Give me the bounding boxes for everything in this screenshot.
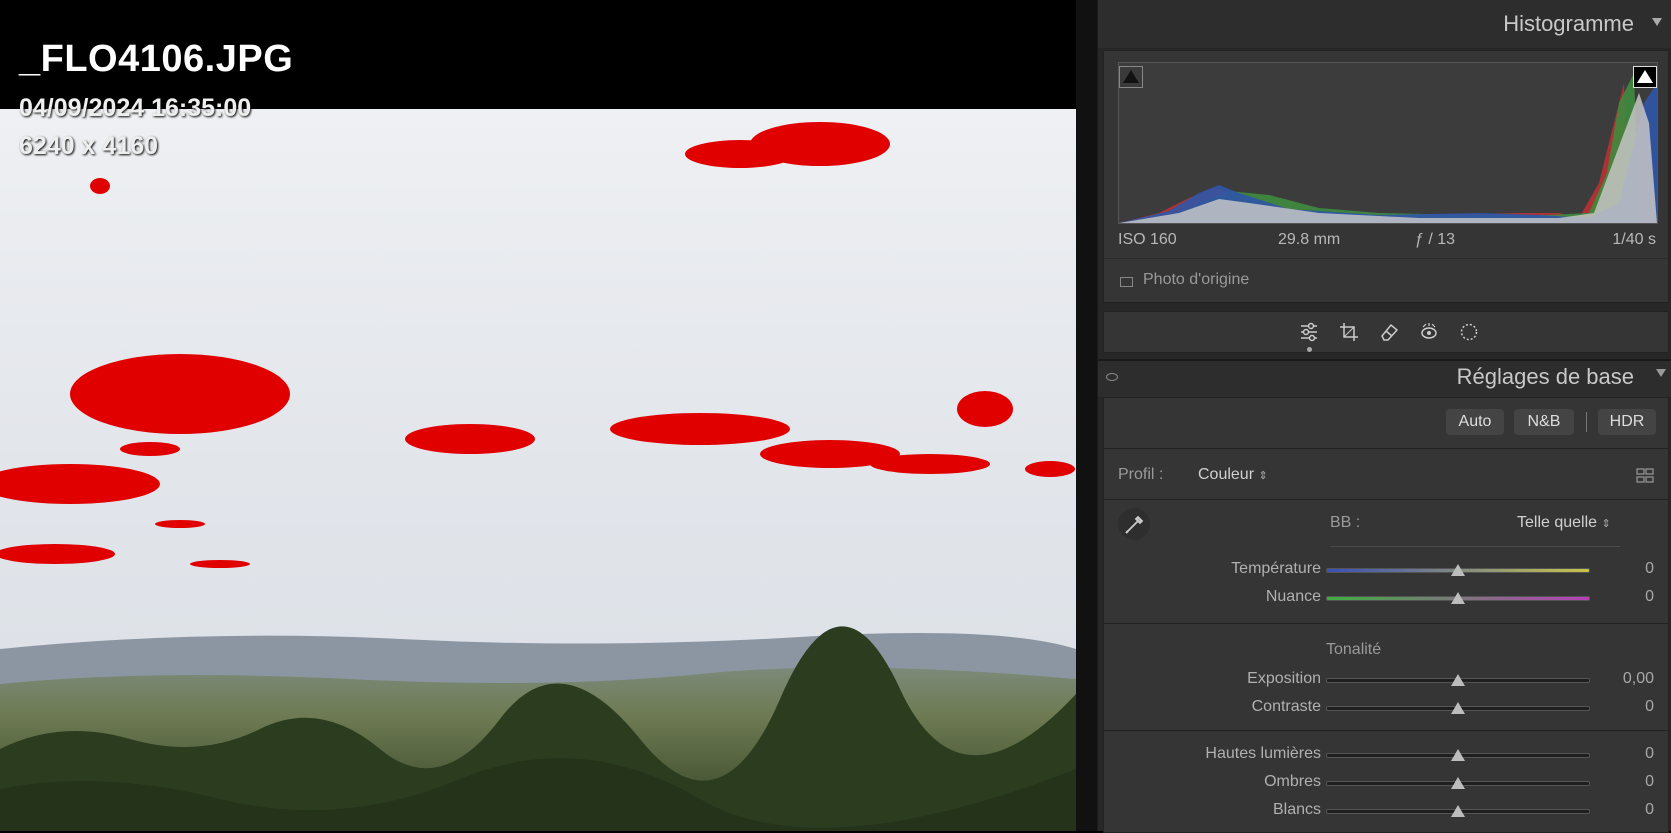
auto-button[interactable]: Auto — [1446, 409, 1504, 435]
exif-aperture: ƒ / 13 — [1415, 231, 1456, 248]
wb-divider — [1330, 546, 1620, 547]
shadows-thumb[interactable] — [1451, 777, 1465, 789]
tonality-label: Tonalité — [1326, 641, 1382, 658]
image-viewer[interactable]: _FLO4106.JPG 04/09/2024 16:35:00 6240 x … — [0, 0, 1097, 831]
exif-focal: 29.8 mm — [1278, 231, 1341, 248]
collapse-arrow-icon[interactable] — [1656, 369, 1666, 377]
viewer-scroll-gutter — [1076, 0, 1097, 831]
whites-thumb[interactable] — [1451, 805, 1465, 817]
basic-settings-title: Réglages de base — [1456, 364, 1634, 389]
eyedropper-icon — [1125, 515, 1144, 534]
updown-icon: ⇕ — [1601, 518, 1611, 530]
exposure-thumb[interactable] — [1451, 674, 1465, 686]
tint-value[interactable]: 0 — [1645, 588, 1654, 606]
wb-label: BB : — [1330, 514, 1361, 531]
contrast-label: Contraste — [1251, 698, 1321, 715]
original-photo-row[interactable]: Photo d'origine — [1104, 258, 1668, 303]
wb-selector[interactable] — [1118, 508, 1150, 540]
develop-tools-bar — [1103, 311, 1669, 353]
triangle-icon — [1637, 70, 1653, 83]
contrast-value[interactable]: 0 — [1645, 698, 1654, 716]
mask-icon[interactable] — [1458, 321, 1480, 343]
highlights-label: Hautes lumières — [1205, 745, 1321, 762]
redeye-icon[interactable] — [1418, 321, 1440, 343]
exposure-value[interactable]: 0,00 — [1623, 670, 1654, 688]
divider — [1104, 499, 1668, 500]
right-panel: Histogramme ISO 160 29.8 mm ƒ / 13 1/40 … — [1097, 0, 1671, 833]
original-photo-checkbox[interactable] — [1120, 277, 1133, 287]
histogram-header[interactable]: Histogramme — [1098, 0, 1671, 48]
profile-browser-icon[interactable] — [1636, 468, 1654, 484]
original-photo-label: Photo d'origine — [1143, 271, 1250, 288]
separator — [1586, 412, 1587, 432]
eraser-icon[interactable] — [1378, 321, 1400, 343]
highlight-clipping-toggle[interactable] — [1633, 66, 1657, 88]
shadows-label: Ombres — [1264, 773, 1321, 790]
updown-icon: ⇕ — [1258, 470, 1268, 482]
shadow-clipping-toggle[interactable] — [1119, 66, 1143, 88]
profile-label: Profil : — [1118, 466, 1164, 483]
whites-label: Blancs — [1272, 801, 1321, 818]
histogram-curves — [1119, 73, 1657, 223]
wb-select[interactable]: Telle quelle ⇕ — [1517, 514, 1611, 532]
profile-select[interactable]: Couleur ⇕ — [1198, 466, 1268, 484]
eye-icon[interactable] — [1106, 373, 1118, 381]
divider — [1104, 448, 1668, 449]
active-tool-indicator — [1307, 347, 1312, 352]
exif-iso: ISO 160 — [1118, 231, 1177, 248]
divider — [1104, 730, 1668, 731]
basic-settings-panel: Auto N&B HDR Profil : Couleur ⇕ BB : Tel… — [1103, 397, 1669, 833]
photo-preview[interactable] — [0, 109, 1076, 831]
bw-button[interactable]: N&B — [1514, 409, 1574, 435]
hdr-button[interactable]: HDR — [1598, 409, 1656, 435]
tint-thumb[interactable] — [1451, 592, 1465, 604]
capture-date: 04/09/2024 16:35:00 — [19, 94, 252, 122]
profile-value: Couleur — [1198, 466, 1255, 483]
tint-label: Nuance — [1265, 588, 1321, 605]
histogram-graph[interactable] — [1118, 62, 1658, 224]
whites-value[interactable]: 0 — [1645, 801, 1654, 819]
temperature-value[interactable]: 0 — [1645, 560, 1654, 578]
image-dimensions: 6240 x 4160 — [19, 132, 159, 160]
histogram-title: Histogramme — [1503, 11, 1634, 36]
basic-settings-header[interactable]: Réglages de base — [1098, 359, 1671, 397]
temperature-label: Température — [1231, 560, 1321, 577]
contrast-thumb[interactable] — [1451, 702, 1465, 714]
shadows-value[interactable]: 0 — [1645, 773, 1654, 791]
highlights-value[interactable]: 0 — [1645, 745, 1654, 763]
highlights-thumb[interactable] — [1451, 749, 1465, 761]
divider — [1104, 623, 1668, 624]
exposure-label: Exposition — [1247, 670, 1321, 687]
edit-icon[interactable] — [1298, 321, 1320, 343]
file-name: _FLO4106.JPG — [19, 38, 294, 80]
triangle-icon — [1123, 70, 1139, 83]
crop-icon[interactable] — [1338, 321, 1360, 343]
wb-value: Telle quelle — [1517, 514, 1598, 531]
histogram-panel: ISO 160 29.8 mm ƒ / 13 1/40 s Photo d'or… — [1103, 50, 1669, 303]
collapse-arrow-icon[interactable] — [1652, 18, 1662, 26]
temperature-thumb[interactable] — [1451, 564, 1465, 576]
exif-shutter: 1/40 s — [1612, 231, 1656, 248]
landscape-photo — [0, 109, 1076, 831]
